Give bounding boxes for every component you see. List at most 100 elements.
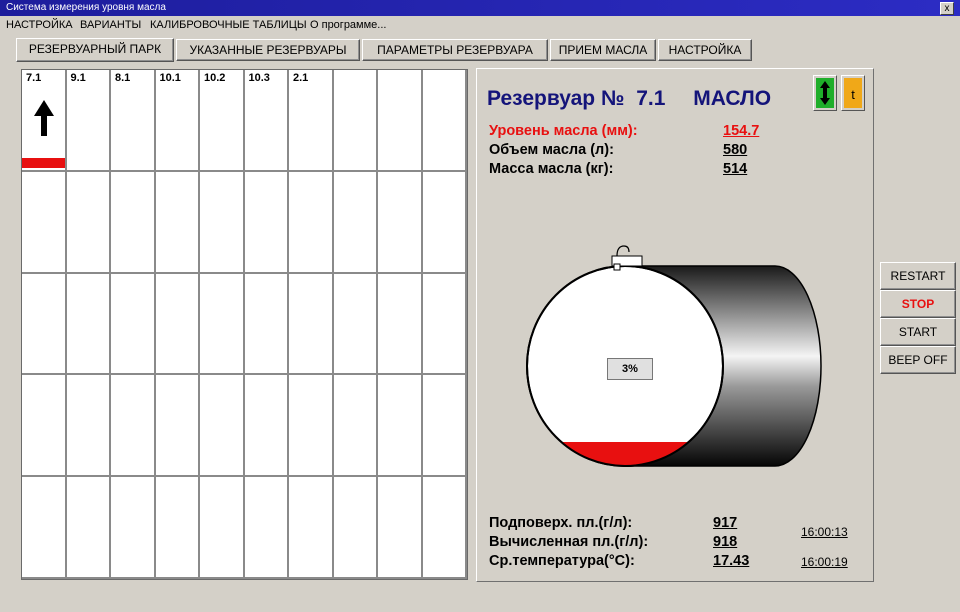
tank-cell[interactable]: [378, 70, 423, 172]
tank-cell-label: 9.1: [70, 72, 86, 84]
window-title: Система измерения уровня масла: [6, 2, 166, 13]
tank-drawing: [526, 245, 822, 467]
tank-cell[interactable]: 10.1: [155, 70, 200, 172]
tank-cell[interactable]: 10.2: [200, 70, 245, 172]
tank-cell[interactable]: [333, 273, 378, 376]
tank-cell[interactable]: [155, 171, 200, 274]
tab-selected-tanks[interactable]: УКАЗАННЫЕ РЕЗЕРВУАРЫ: [176, 39, 360, 61]
surface-density-value: 917: [713, 515, 738, 531]
tank-cell[interactable]: [422, 70, 467, 172]
tank-cell[interactable]: [422, 477, 467, 579]
tank-number: 7.1: [636, 87, 666, 110]
fill-percent-badge: 3%: [607, 358, 653, 380]
tank-cell[interactable]: [289, 477, 334, 579]
tank-cell-label: 7.1: [26, 72, 42, 84]
tank-cell-label: 8.1: [115, 72, 131, 84]
tank-cell[interactable]: [200, 171, 245, 274]
tank-cell[interactable]: [22, 375, 67, 478]
menu-item-calibration[interactable]: КАЛИБРОВОЧНЫЕ ТАБЛИЦЫ: [150, 16, 307, 34]
window-title-bar: Система измерения уровня масла x: [0, 0, 960, 16]
tank-cell[interactable]: 9.1: [66, 70, 111, 172]
tank-cell[interactable]: [155, 477, 200, 579]
temperature-time: 16:00:19: [801, 555, 848, 569]
tank-cell[interactable]: [22, 477, 67, 579]
tank-grid: 7.1 9.1 8.1 10.1 10.2 10.3 2.1: [21, 69, 468, 580]
tab-tank-parameters[interactable]: ПАРАМЕТРЫ РЕЗЕРВУАРА: [362, 39, 548, 61]
start-button[interactable]: START: [880, 318, 956, 346]
stop-button[interactable]: STOP: [880, 290, 956, 318]
tank-title: Резервуар № 7.1 МАСЛО: [487, 87, 771, 111]
tank-cell[interactable]: [244, 477, 289, 579]
tank-cell[interactable]: 10.3: [244, 70, 289, 172]
tank-cell[interactable]: [289, 273, 334, 376]
tab-settings[interactable]: НАСТРОЙКА: [658, 39, 752, 61]
tank-cell[interactable]: 8.1: [111, 70, 156, 172]
level-label: Уровень масла (мм):: [489, 123, 638, 139]
tank-cell[interactable]: [22, 171, 67, 274]
tank-cell[interactable]: 2.1: [289, 70, 334, 172]
mass-value: 514: [723, 161, 748, 177]
temperature-value: 17.43: [713, 553, 750, 569]
tank-cell[interactable]: [378, 273, 423, 376]
tank-cell[interactable]: [333, 171, 378, 274]
tank-cell[interactable]: [244, 375, 289, 478]
volume-label: Объем масла (л):: [489, 142, 614, 158]
tank-cell[interactable]: [333, 70, 378, 172]
tank-cell[interactable]: [66, 273, 111, 376]
tank-cell[interactable]: [66, 171, 111, 274]
tank-cell-label: 2.1: [293, 72, 309, 84]
tank-cell[interactable]: [289, 375, 334, 478]
tank-cell[interactable]: 7.1: [22, 70, 67, 172]
tank-cell[interactable]: [22, 273, 67, 376]
surface-density-label: Подповерх. пл.(г/л):: [489, 515, 633, 531]
tank-cell[interactable]: [378, 375, 423, 478]
tank-cell[interactable]: [333, 477, 378, 579]
tank-cell[interactable]: [111, 171, 156, 274]
calc-density-value: 918: [713, 534, 738, 550]
tank-title-label: Резервуар №: [487, 87, 625, 110]
surface-time: 16:00:13: [801, 525, 848, 539]
tank-cell[interactable]: [66, 375, 111, 478]
menu-item-settings[interactable]: НАСТРОЙКА: [6, 16, 73, 34]
menu-item-variants[interactable]: ВАРИАНТЫ: [80, 16, 141, 34]
tank-cell[interactable]: [200, 375, 245, 478]
tank-cell[interactable]: [244, 273, 289, 376]
tank-cell-label: 10.3: [248, 72, 270, 84]
temperature-icon[interactable]: t: [841, 75, 865, 111]
calc-density-label: Вычисленная пл.(г/л):: [489, 534, 649, 550]
up-down-arrows-icon[interactable]: [813, 75, 837, 111]
tank-cell[interactable]: [155, 273, 200, 376]
tank-cell-label: 10.1: [159, 72, 181, 84]
tank-cell[interactable]: [378, 171, 423, 274]
tank-cell[interactable]: [200, 273, 245, 376]
tab-tank-park[interactable]: РЕЗЕРВУАРНЫЙ ПАРК: [16, 38, 174, 62]
tank-cell[interactable]: [378, 477, 423, 579]
close-icon[interactable]: x: [940, 2, 954, 15]
beep-off-button[interactable]: BEEP OFF: [880, 346, 956, 374]
restart-button[interactable]: RESTART: [880, 262, 956, 290]
tank-cell[interactable]: [244, 171, 289, 274]
tank-cell[interactable]: [66, 477, 111, 579]
temperature-label: Ср.температура(°C):: [489, 553, 635, 569]
volume-value: 580: [723, 142, 748, 158]
tank-cell[interactable]: [422, 171, 467, 274]
tank-cell[interactable]: [289, 171, 334, 274]
tank-cell[interactable]: [200, 477, 245, 579]
tank-cell[interactable]: [111, 273, 156, 376]
tank-product: МАСЛО: [693, 87, 772, 110]
tank-cell[interactable]: [155, 375, 200, 478]
menu-bar: НАСТРОЙКА ВАРИАНТЫ КАЛИБРОВОЧНЫЕ ТАБЛИЦЫ…: [0, 16, 960, 34]
arrow-up-icon: [34, 100, 55, 136]
level-value: 154.7: [723, 123, 760, 139]
menu-item-about[interactable]: О программе...: [310, 16, 386, 34]
tank-cell[interactable]: [333, 375, 378, 478]
tank-cell[interactable]: [422, 375, 467, 478]
mass-label: Масса масла (кг):: [489, 161, 614, 177]
tank-details-panel: Резервуар № 7.1 МАСЛО t Уровень масла (м…: [476, 68, 874, 582]
tank-cell[interactable]: [111, 375, 156, 478]
tank-cell-label: 10.2: [204, 72, 226, 84]
hatch-icon: [611, 245, 643, 271]
tank-cell[interactable]: [422, 273, 467, 376]
tab-oil-intake[interactable]: ПРИЕМ МАСЛА: [550, 39, 656, 61]
tank-cell[interactable]: [111, 477, 156, 579]
